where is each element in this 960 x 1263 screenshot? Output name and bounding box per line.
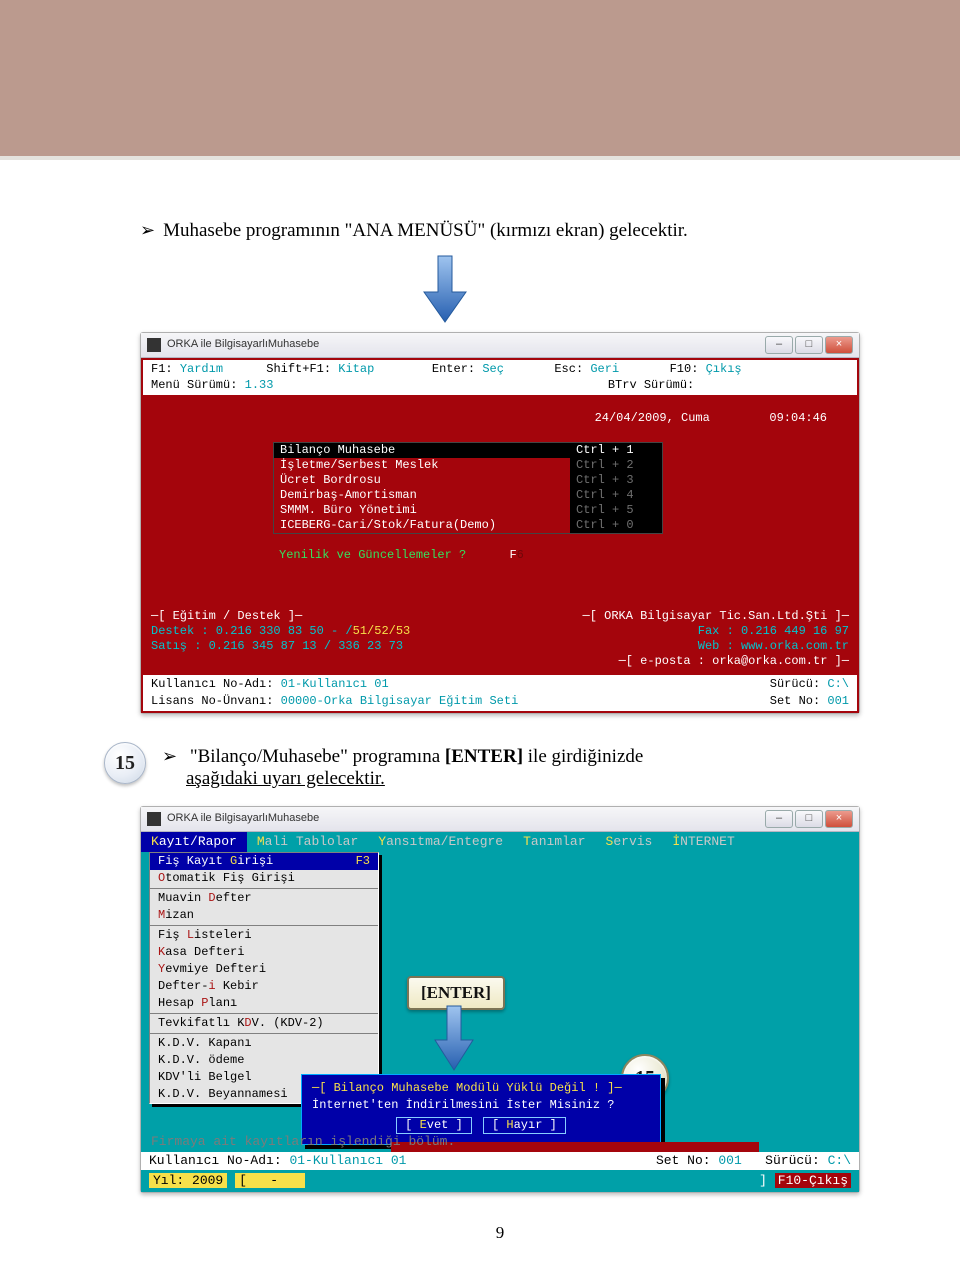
close-button[interactable]: × <box>825 810 853 828</box>
main-menu-item[interactable]: Ücret BordrosuCtrl + 3 <box>274 473 662 488</box>
no-button[interactable]: [ Hayır ] <box>483 1117 566 1134</box>
menubar-item[interactable]: Tanımlar <box>513 832 595 852</box>
bullet-1: ➢ Muhasebe programının "ANA MENÜSÜ" (kır… <box>140 220 860 242</box>
help-bar: F1: Yardım Shift+F1: Kitap Enter: Seç Es… <box>143 360 857 378</box>
menubar-item[interactable]: Mali Tablolar <box>247 832 368 852</box>
version-bar: Menü Sürümü: 1.33 BTrv Sürümü: <box>143 378 857 395</box>
main-menu-item[interactable]: SMMM. Büro YönetimiCtrl + 5 <box>274 503 662 518</box>
titlebar: ORKA ile BilgisayarlıMuhasebe – □ × <box>141 333 859 358</box>
step-text: ➢ "Bilanço/Muhasebe" programına [ENTER] … <box>162 742 643 790</box>
dropdown-item[interactable]: Fiş Listeleri <box>150 927 378 944</box>
app-icon <box>147 812 161 826</box>
window-bilanco: ORKA ile BilgisayarlıMuhasebe – □ × Kayı… <box>140 806 860 1193</box>
main-menu-item[interactable]: Demirbaş-AmortismanCtrl + 4 <box>274 488 662 503</box>
close-button[interactable]: × <box>825 336 853 354</box>
footer-license: Lisans No-Ünvanı: 00000-Orka Bilgisayar … <box>143 694 857 711</box>
dropdown-item[interactable]: K.D.V. Kapanı <box>150 1035 378 1052</box>
main-menu-list: Bilanço MuhasebeCtrl + 1İşletme/Serbest … <box>273 442 663 534</box>
dropdown-item[interactable]: Hesap Planı <box>150 995 378 1012</box>
hint-text: Firmaya ait kayıtların işlendiği bölüm. <box>151 1134 455 1150</box>
dropdown-item[interactable]: Yevmiye Defteri <box>150 961 378 978</box>
dropdown-item[interactable]: Muavin Defter <box>150 890 378 907</box>
dropdown-item[interactable]: Tevkifatlı KDV. (KDV-2) <box>150 1015 378 1032</box>
page-number: 9 <box>140 1223 860 1243</box>
support-box: ─[ Eğitim / Destek ]─ Destek : 0.216 330… <box>151 609 495 669</box>
dropdown-separator <box>150 1013 378 1014</box>
titlebar: ORKA ile BilgisayarlıMuhasebe – □ × <box>141 807 859 832</box>
main-menu-item[interactable]: ICEBERG-Cari/Stok/Fatura(Demo)Ctrl + 0 <box>274 518 662 533</box>
dropdown-separator <box>150 1033 378 1034</box>
maximize-button[interactable]: □ <box>795 810 823 828</box>
dropdown-kayit-rapor[interactable]: Fiş Kayıt GirişiF3Otomatik Fiş Girişi Mua… <box>149 852 379 1104</box>
dropdown-separator <box>150 888 378 889</box>
yes-button[interactable]: [ Evet ] <box>396 1117 472 1134</box>
datetime: 24/04/2009, Cuma 09:04:46 <box>153 411 847 426</box>
window-title: ORKA ile BilgisayarlıMuhasebe <box>167 812 319 826</box>
updates-link[interactable]: Yenilik ve Güncellemeler ? F6 <box>279 548 847 563</box>
minimize-button[interactable]: – <box>765 810 793 828</box>
menubar[interactable]: Kayıt/RaporMali TablolarYansıtma/Entegre… <box>141 832 859 852</box>
dropdown-item[interactable]: Kasa Defteri <box>150 944 378 961</box>
menubar-item[interactable]: İNTERNET <box>662 832 744 852</box>
dropdown-item[interactable]: K.D.V. ödeme <box>150 1052 378 1069</box>
window-main-menu: ORKA ile BilgisayarlıMuhasebe – □ × F1: … <box>140 332 860 714</box>
menubar-item[interactable]: Yansıtma/Entegre <box>368 832 513 852</box>
menubar-item[interactable]: Servis <box>596 832 663 852</box>
dialog-title: ─[ Bilanço Muhasebe Modülü Yüklü Değil !… <box>312 1081 650 1096</box>
dropdown-item[interactable]: Mizan <box>150 907 378 924</box>
minimize-button[interactable]: – <box>765 336 793 354</box>
dropdown-separator <box>150 925 378 926</box>
header-band <box>0 0 960 160</box>
footer-user: Kullanıcı No-Adı: 01-Kullanıcı 01 Sürücü… <box>143 675 857 694</box>
dropdown-item[interactable]: Defter-i Kebir <box>150 978 378 995</box>
company-box: ─[ ORKA Bilgisayar Tic.San.Ltd.Şti ]─ Fa… <box>505 609 849 669</box>
menubar-item[interactable]: Kayıt/Rapor <box>141 832 247 852</box>
app-icon <box>147 338 161 352</box>
dropdown-item[interactable]: Fiş Kayıt GirişiF3 <box>150 853 378 870</box>
maximize-button[interactable]: □ <box>795 336 823 354</box>
main-menu-item[interactable]: Bilanço MuhasebeCtrl + 1 <box>274 443 662 458</box>
step-15: 15 ➢ "Bilanço/Muhasebe" programına [ENTE… <box>104 742 860 790</box>
window-title: ORKA ile BilgisayarlıMuhasebe <box>167 338 319 352</box>
dialog-question: İnternet'ten İndirilmesini İster Misiniz… <box>312 1098 650 1113</box>
bullet-1-text: Muhasebe programının "ANA MENÜSÜ" (kırmı… <box>163 220 688 242</box>
bullet-icon: ➢ <box>140 220 155 242</box>
dropdown-item[interactable]: Otomatik Fiş Girişi <box>150 870 378 887</box>
arrow-down-icon <box>420 254 470 324</box>
status-white-bar: Kullanıcı No-Adı: 01-Kullanıcı 01 Set No… <box>141 1152 859 1170</box>
main-menu-item[interactable]: İşletme/Serbest MeslekCtrl + 2 <box>274 458 662 473</box>
step-badge: 15 <box>104 742 146 784</box>
arrow-down-icon <box>431 1004 477 1079</box>
status-cyan-bar: Yıl: 2009 [ - ] F10-Çıkış <box>141 1172 859 1190</box>
